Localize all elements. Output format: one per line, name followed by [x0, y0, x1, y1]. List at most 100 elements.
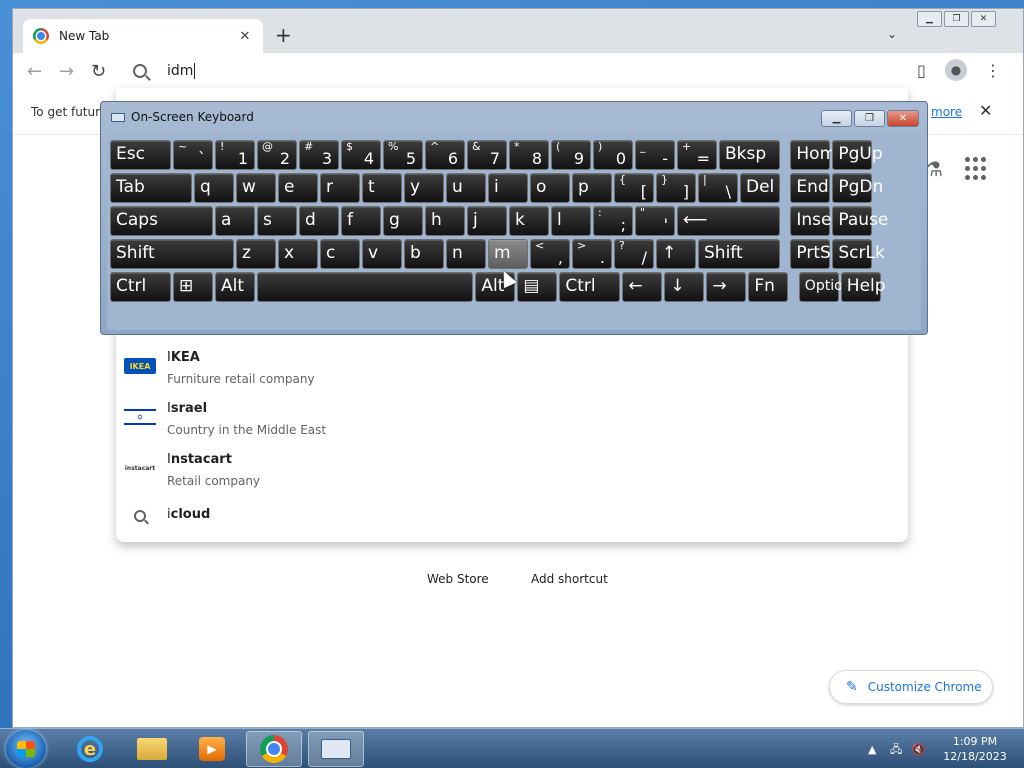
side-panel-icon[interactable]: ▯ [917, 61, 926, 80]
tab-close-icon[interactable]: ✕ [237, 29, 253, 44]
osk-restore-button[interactable]: ❐ [854, 110, 885, 127]
key-a[interactable]: a [215, 206, 255, 236]
key-[interactable]: | \ [698, 173, 738, 203]
key-k[interactable]: k [509, 206, 549, 236]
key-[interactable]: ← [622, 272, 663, 302]
restore-button[interactable]: ❐ [944, 11, 969, 27]
key-d[interactable]: d [299, 206, 339, 236]
key-o[interactable]: o [530, 173, 570, 203]
key-e[interactable]: e [278, 173, 318, 203]
key-0[interactable]: ) 0 [593, 140, 633, 170]
omnibox[interactable]: idm [117, 55, 909, 87]
key-space[interactable] [257, 272, 474, 302]
omnibox-input[interactable]: idm [167, 63, 196, 79]
key-9[interactable]: (9 [551, 140, 591, 170]
new-tab-button[interactable]: + [275, 23, 292, 47]
key-[interactable]: ↓ [664, 272, 705, 302]
shortcut-web-store[interactable]: Web Store [427, 572, 489, 586]
key-pause[interactable]: Pause [832, 206, 888, 236]
info-bar-close-icon[interactable]: ✕ [979, 101, 992, 120]
key-ctrl[interactable]: Ctrl [559, 272, 621, 302]
key-[interactable]: ⊞ [173, 272, 213, 302]
key-j[interactable]: j [467, 206, 507, 236]
key-[interactable]: ⟵ [677, 206, 780, 236]
key-m[interactable]: m [488, 239, 528, 269]
key-[interactable]: ? / [614, 239, 654, 269]
key-l[interactable]: l [551, 206, 591, 236]
key-3[interactable]: #3 [299, 140, 339, 170]
key-r[interactable]: r [320, 173, 360, 203]
key-u[interactable]: u [446, 173, 486, 203]
key-5[interactable]: % 5 [383, 140, 423, 170]
key-[interactable]: _ - [635, 140, 675, 170]
close-window-button[interactable]: ✕ [971, 11, 996, 27]
key-8[interactable]: * 8 [509, 140, 549, 170]
key-[interactable]: >. [572, 239, 612, 269]
taskbar-osk[interactable] [308, 731, 364, 767]
key-2[interactable]: @2 [257, 140, 297, 170]
suggestion-item[interactable]: ✡ Israel Country in the Middle East [116, 397, 908, 447]
key-esc[interactable]: Esc [110, 140, 171, 170]
key-[interactable]: :; [593, 206, 633, 236]
customize-chrome-button[interactable]: ✎ Customize Chrome [829, 670, 993, 704]
key-tab[interactable]: Tab [110, 173, 192, 203]
google-apps-icon[interactable] [965, 157, 989, 181]
key-y[interactable]: y [404, 173, 444, 203]
key-alt[interactable]: Alt [215, 272, 255, 302]
key-shift[interactable]: Shift [698, 239, 780, 269]
key-f[interactable]: f [341, 206, 381, 236]
minimize-button[interactable]: ▁ [917, 11, 942, 27]
key-b[interactable]: b [404, 239, 444, 269]
show-hidden-icons-icon[interactable]: ▲ [868, 743, 876, 756]
key-pgdn[interactable]: PgDn [832, 173, 883, 203]
menu-dots-icon[interactable]: ⋮ [985, 61, 1001, 80]
key-c[interactable]: c [320, 239, 360, 269]
key-[interactable]: <, [530, 239, 570, 269]
shortcut-add-shortcut[interactable]: Add shortcut [531, 572, 608, 586]
taskbar-chrome[interactable] [246, 731, 302, 767]
key-v[interactable]: v [362, 239, 402, 269]
key-bksp[interactable]: Bksp [719, 140, 780, 170]
volume-muted-icon[interactable]: 🔇 [912, 743, 926, 756]
info-bar-learn-more-link[interactable]: more [931, 105, 962, 119]
key-[interactable]: {[ [614, 173, 654, 203]
system-clock[interactable]: 1:09 PM 12/18/2023 [940, 734, 1010, 764]
osk-minimize-button[interactable]: ▁ [821, 110, 852, 127]
start-button[interactable] [6, 730, 46, 768]
suggestion-item[interactable]: instacart Instacart Retail company [116, 448, 908, 498]
reload-icon[interactable]: ↻ [91, 61, 106, 82]
key-w[interactable]: w [236, 173, 276, 203]
key-x[interactable]: x [278, 239, 318, 269]
tab-search-chevron-icon[interactable]: ⌄ [887, 27, 897, 41]
key-6[interactable]: ^ 6 [425, 140, 465, 170]
key-prtscn[interactable]: PrtScn [790, 239, 851, 269]
key-q[interactable]: q [194, 173, 234, 203]
key-h[interactable]: h [425, 206, 465, 236]
key-g[interactable]: g [383, 206, 423, 236]
key-insert[interactable]: Insert [790, 206, 845, 236]
key-caps[interactable]: Caps [110, 206, 213, 236]
osk-close-button[interactable]: ✕ [887, 110, 919, 127]
key-help[interactable]: Help [840, 272, 886, 302]
key-[interactable]: ↑ [656, 239, 696, 269]
key-home[interactable]: Home [790, 140, 847, 170]
key-[interactable]: → [706, 272, 747, 302]
key-s[interactable]: s [257, 206, 297, 236]
key-scrlk[interactable]: ScrLk [832, 239, 885, 269]
tab-new-tab[interactable]: New Tab ✕ [23, 19, 263, 53]
key-del[interactable]: Del [740, 173, 780, 203]
key-i[interactable]: i [488, 173, 528, 203]
suggestion-item[interactable]: icloud [116, 500, 908, 530]
key-z[interactable]: z [236, 239, 276, 269]
key-[interactable]: + = [677, 140, 717, 170]
network-icon[interactable]: 🖧 [890, 743, 902, 756]
forward-arrow-icon[interactable]: → [59, 61, 74, 82]
key-pgup[interactable]: PgUp [832, 140, 883, 170]
key-ctrl[interactable]: Ctrl [110, 272, 171, 302]
taskbar-media-player[interactable]: ▶ [184, 731, 240, 767]
key-1[interactable]: ! 1 [215, 140, 255, 170]
key-[interactable]: }] [656, 173, 696, 203]
key-shift[interactable]: Shift [110, 239, 234, 269]
key-options[interactable]: Options [798, 272, 859, 302]
key-7[interactable]: & 7 [467, 140, 507, 170]
